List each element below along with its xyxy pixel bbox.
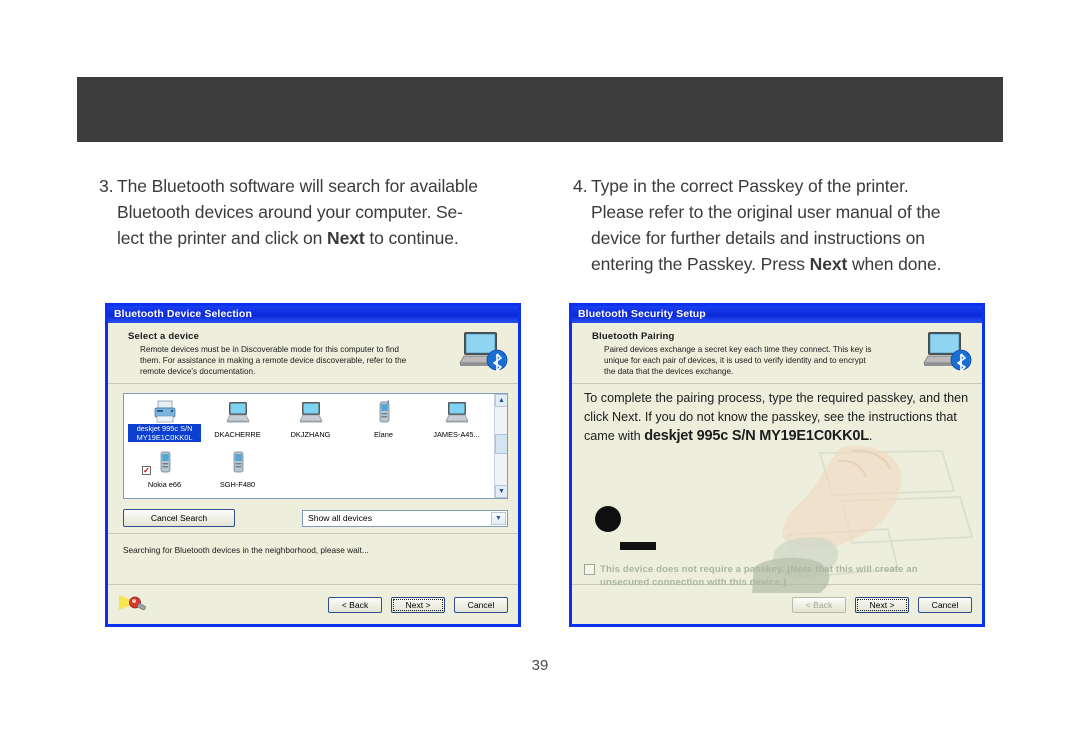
chevron-down-icon[interactable]: ▼ [491, 511, 506, 525]
device-item-dkjzhang[interactable]: DKJZHANG [274, 397, 347, 445]
dialog-footer-left: < Back Next > Cancel [108, 584, 518, 624]
passkey-input-redaction-dot [595, 506, 621, 532]
device-label: JAMES-A45... [433, 430, 480, 439]
device-label: deskjet 995c S/N MY19E1C0KK0L [128, 424, 201, 442]
cancel-button[interactable]: Cancel [454, 596, 508, 613]
printer-icon [128, 397, 201, 424]
cancel-button[interactable]: Cancel [918, 596, 972, 613]
dialog-body-left: Select a device Remote devices must be i… [108, 323, 518, 624]
device-label: Nokia e66 [147, 480, 182, 489]
device-item-deskjet[interactable]: deskjet 995c S/N MY19E1C0KK0L [128, 397, 201, 445]
phone-icon [347, 397, 420, 424]
device-grid: deskjet 995c S/N MY19E1C0KK0L DKACHERRE [128, 397, 494, 494]
pairing-instruction-text: To complete the pairing process, type th… [584, 389, 972, 446]
scroll-down-arrow-icon[interactable]: ▼ [495, 485, 507, 498]
computer-icon [274, 397, 347, 424]
device-label: DKACHERRE [214, 430, 261, 439]
bluetooth-pairing-description: Paired devices exchange a secret key eac… [604, 345, 872, 376]
instruction-step-4: 4. Type in the correct Passkey of the pr… [551, 173, 1003, 277]
page-header-band [77, 77, 1003, 142]
bluetooth-security-setup-dialog[interactable]: Bluetooth Security Setup Bluetooth Pairi… [569, 303, 985, 627]
device-item-nokia-e66[interactable]: ✓ Nokia e66 [128, 447, 201, 492]
no-passkey-checkbox[interactable] [584, 564, 595, 575]
step-3-line-2: Bluetooth devices around your computer. … [117, 202, 463, 222]
paired-check-icon: ✓ [142, 466, 151, 475]
dialog-titlebar-right: Bluetooth Security Setup [572, 306, 982, 323]
step-4-number: 4. [573, 176, 588, 196]
step-3-next-emphasis: Next [327, 228, 365, 248]
laptop-bluetooth-icon [456, 329, 508, 373]
bluetooth-device-selection-dialog[interactable]: Bluetooth Device Selection Select a devi… [105, 303, 521, 627]
search-status-text: Searching for Bluetooth devices in the n… [123, 545, 369, 555]
step-3-line-3-pre: lect the printer and click on [117, 228, 328, 248]
device-search-controls: Cancel Search Show all devices ▼ [123, 509, 508, 527]
step-3-line-3-post: to continue. [364, 228, 459, 248]
step-3-number: 3. [99, 176, 114, 196]
page-number: 39 [531, 657, 549, 674]
computer-icon [201, 397, 274, 424]
phone-icon [201, 447, 274, 474]
pairing-instruction-end: . [868, 429, 873, 443]
bluetooth-pairing-heading: Bluetooth Pairing [592, 331, 675, 342]
device-item-elane[interactable]: Elane [347, 397, 420, 445]
step-3-line-1: The Bluetooth software will search for a… [117, 176, 478, 196]
next-button[interactable]: Next > [391, 596, 445, 613]
search-flashlight-icon [118, 591, 148, 618]
controls-separator [108, 533, 518, 534]
step-4-next-emphasis: Next [809, 254, 848, 274]
no-passkey-label: This device does not require a passkey. … [600, 564, 918, 588]
select-a-device-description: Remote devices must be in Discoverable m… [140, 345, 407, 376]
device-item-sgh-f480[interactable]: SGH-F480 [201, 447, 274, 492]
next-button[interactable]: Next > [855, 596, 909, 613]
step-4-line-2: Please refer to the original user manual… [591, 202, 941, 222]
back-button[interactable]: < Back [792, 596, 846, 613]
wizard-header-right: Bluetooth Pairing Paired devices exchang… [572, 323, 982, 384]
device-label: Elane [374, 430, 393, 439]
instruction-step-3: 3. The Bluetooth software will search fo… [77, 173, 529, 277]
phone-icon: ✓ [128, 447, 201, 475]
cancel-search-button[interactable]: Cancel Search [123, 509, 235, 527]
device-filter-dropdown[interactable]: Show all devices ▼ [302, 509, 508, 527]
laptop-bluetooth-icon [920, 329, 972, 373]
device-item-dkacherre[interactable]: DKACHERRE [201, 397, 274, 445]
device-item-james-a45[interactable]: JAMES-A45... [420, 397, 493, 445]
dialog-body-right: Bluetooth Pairing Paired devices exchang… [572, 323, 982, 624]
step-3-text: The Bluetooth software will search for a… [117, 173, 529, 251]
device-label: SGH-F480 [219, 480, 256, 489]
select-a-device-heading: Select a device [128, 331, 200, 342]
back-button[interactable]: < Back [328, 596, 382, 613]
device-list-box[interactable]: deskjet 995c S/N MY19E1C0KK0L DKACHERRE [123, 393, 508, 499]
scroll-up-arrow-icon[interactable]: ▲ [495, 394, 507, 407]
step-4-line-1: Type in the correct Passkey of the print… [591, 176, 909, 196]
device-label: DKJZHANG [290, 430, 331, 439]
instructions-container: 3. The Bluetooth software will search fo… [77, 173, 1003, 277]
wizard-header-left: Select a device Remote devices must be i… [108, 323, 518, 384]
scrollbar-thumb[interactable] [495, 434, 507, 454]
step-4-line-3: device for further details and instructi… [591, 228, 925, 248]
no-passkey-option-row[interactable]: This device does not require a passkey. … [584, 563, 968, 589]
passkey-input-redaction-dash [620, 542, 656, 550]
dialog-titlebar-left: Bluetooth Device Selection [108, 306, 518, 323]
paired-device-name: deskjet 995c S/N MY19E1C0KK0L [644, 428, 869, 444]
step-4-line-4-post: when done. [847, 254, 942, 274]
step-4-text: Type in the correct Passkey of the print… [591, 173, 1003, 277]
device-filter-value: Show all devices [308, 513, 373, 523]
step-4-line-4-pre: entering the Passkey. Press [591, 254, 810, 274]
device-list-scrollbar[interactable]: ▲ ▼ [494, 394, 507, 498]
computer-icon [420, 397, 493, 424]
